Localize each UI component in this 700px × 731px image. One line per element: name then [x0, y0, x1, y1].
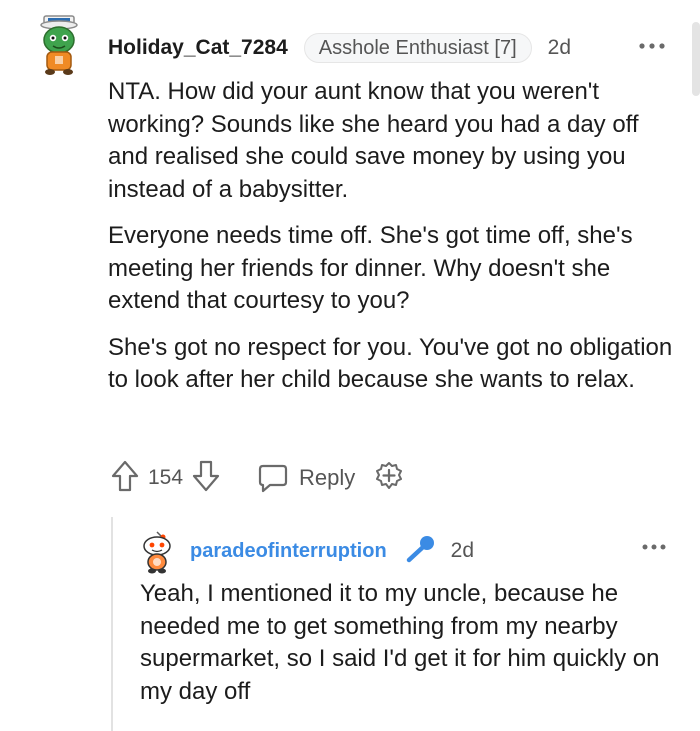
timestamp[interactable]: 2d — [548, 36, 571, 60]
award-icon — [376, 461, 403, 489]
comment-actions: 154 Reply — [110, 460, 405, 496]
reply-label: Reply — [299, 465, 356, 490]
snoo-avatar-sailor-hat-icon — [40, 15, 78, 75]
more-options-button[interactable] — [637, 38, 667, 54]
comment-paragraph: NTA. How did your aunt know that you wer… — [108, 78, 639, 203]
upvote-arrow-icon — [111, 460, 139, 491]
more-dots-icon — [639, 43, 665, 49]
downvote-button[interactable] — [191, 459, 221, 498]
comment-paragraph: Everyone needs time off. She's got time … — [108, 222, 633, 314]
upvote-button[interactable] — [110, 459, 140, 498]
microphone-icon — [406, 535, 434, 562]
reply-username[interactable]: paradeofinterruption — [190, 540, 387, 563]
microphone-badge — [403, 534, 437, 569]
reply-body: Yeah, I mentioned it to my uncle, becaus… — [140, 578, 680, 708]
reply-header: paradeofinterruption 2d — [190, 534, 474, 569]
username[interactable]: Holiday_Cat_7284 — [108, 36, 288, 60]
scrollbar[interactable] — [692, 22, 700, 96]
reply-paragraph: Yeah, I mentioned it to my uncle, becaus… — [140, 580, 660, 705]
comment-body: NTA. How did your aunt know that you wer… — [108, 76, 678, 411]
reply-avatar[interactable] — [138, 529, 178, 575]
downvote-arrow-icon — [192, 460, 220, 491]
award-button[interactable] — [373, 460, 405, 497]
reply-more-options-button[interactable] — [640, 540, 668, 554]
comment-header: Holiday_Cat_7284 Asshole Enthusiast [7] … — [108, 32, 571, 64]
comment-paragraph: She's got no respect for you. You've got… — [108, 333, 673, 394]
thread-line[interactable] — [111, 517, 113, 731]
user-flair: Asshole Enthusiast [7] — [303, 33, 532, 63]
snoo-avatar-icon — [143, 531, 171, 574]
comment-bubble-icon — [258, 464, 288, 493]
user-avatar[interactable] — [34, 12, 86, 78]
vote-count: 154 — [148, 466, 184, 489]
more-dots-icon — [642, 544, 666, 550]
reply-button[interactable]: Reply — [257, 463, 355, 493]
reply-timestamp[interactable]: 2d — [451, 539, 474, 563]
